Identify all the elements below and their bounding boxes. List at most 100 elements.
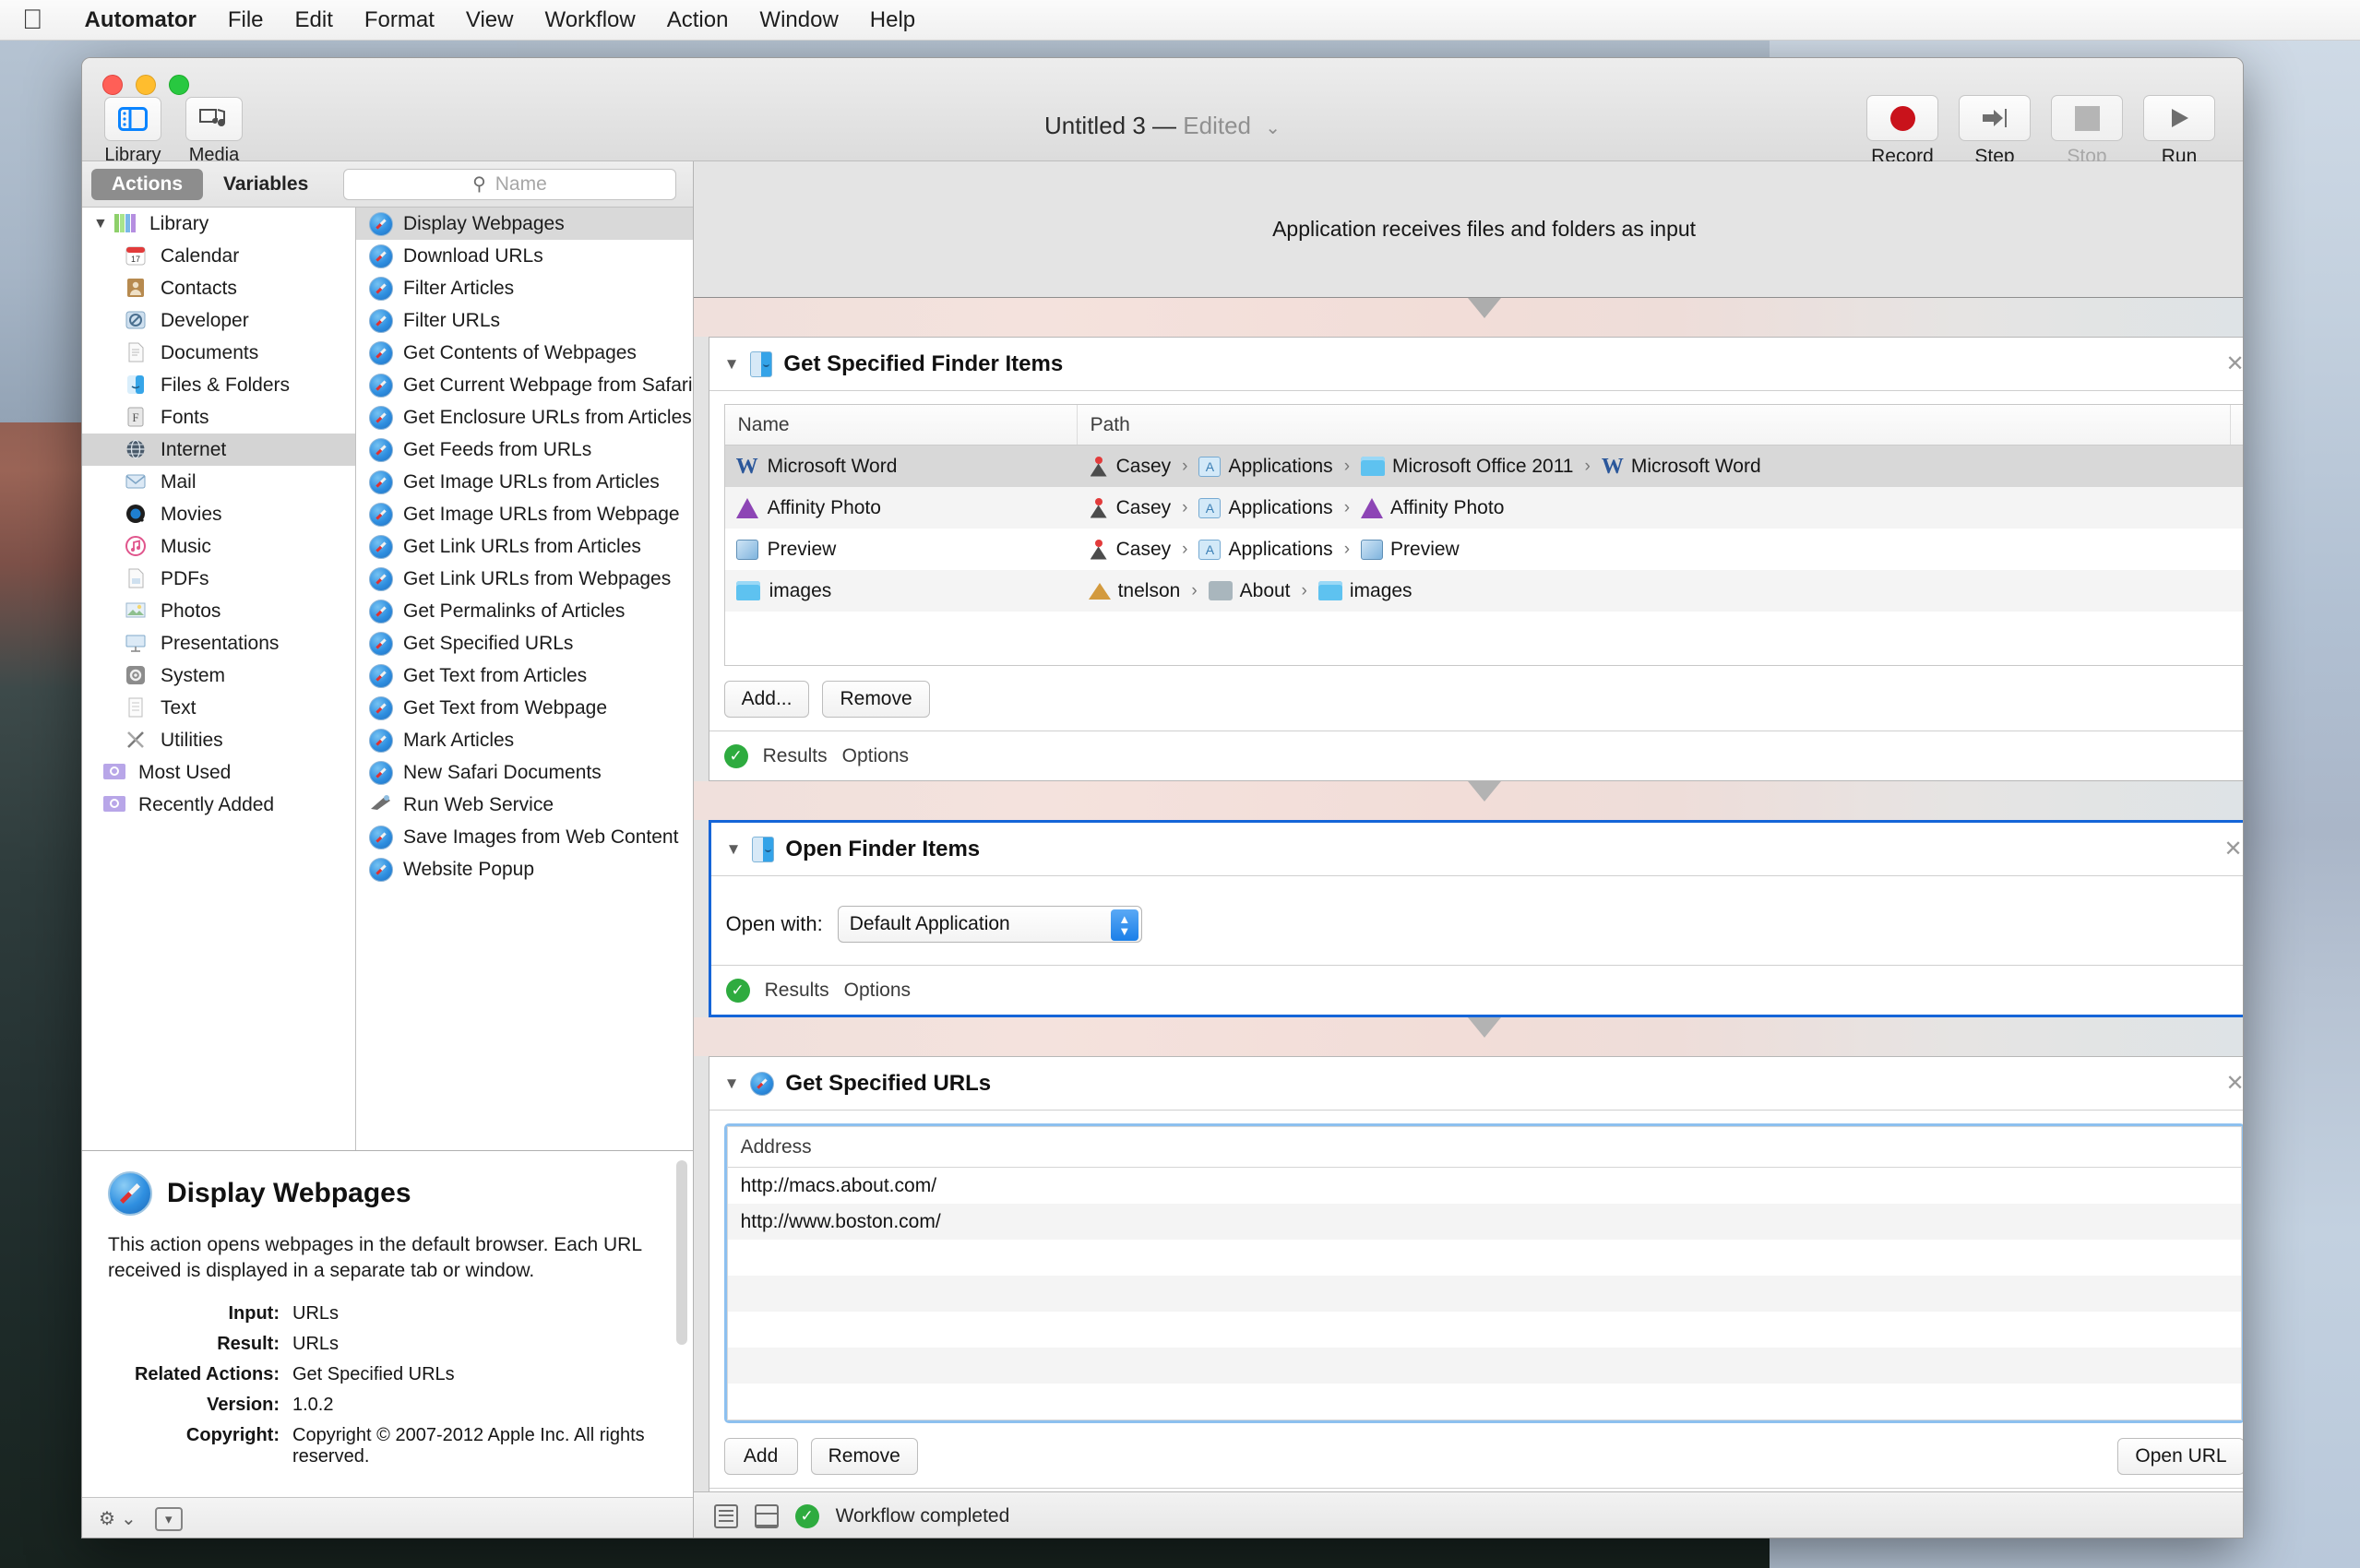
tab-actions[interactable]: Actions bbox=[91, 168, 204, 200]
workflow-action-open-finder-items[interactable]: ▼ Open Finder Items ✕ Open with: Default… bbox=[708, 820, 2243, 1017]
close-icon[interactable]: ✕ bbox=[2223, 836, 2242, 862]
disclosure-triangle-icon[interactable]: ▼ bbox=[724, 355, 740, 374]
menu-item-format[interactable]: Format bbox=[349, 7, 450, 33]
minimize-window-button[interactable] bbox=[136, 75, 156, 95]
results-toggle[interactable]: Results bbox=[765, 980, 829, 1002]
apple-menu-icon[interactable]:  bbox=[22, 6, 43, 34]
url-row[interactable]: http://www.boston.com/ bbox=[727, 1204, 2241, 1240]
disclosure-triangle-icon[interactable]: ▼ bbox=[726, 840, 742, 859]
workflow-action-get-specified-urls[interactable]: ▼ Get Specified URLs ✕ Address http://ma… bbox=[708, 1056, 2243, 1491]
tree-item-presentations[interactable]: Presentations bbox=[82, 627, 355, 659]
open-with-select[interactable]: Default Application ▲ ▼ bbox=[837, 906, 1142, 943]
results-toggle[interactable]: Results bbox=[763, 745, 828, 767]
action-item-get-text-from-articles[interactable]: Get Text from Articles bbox=[356, 659, 693, 692]
action-item-mark-articles[interactable]: Mark Articles bbox=[356, 724, 693, 756]
action-item-download-urls[interactable]: Download URLs bbox=[356, 240, 693, 272]
record-button[interactable]: Record bbox=[1863, 95, 1942, 168]
menu-item-edit[interactable]: Edit bbox=[280, 7, 349, 33]
close-icon[interactable]: ✕ bbox=[2225, 1070, 2243, 1097]
tree-item-music[interactable]: Music bbox=[82, 530, 355, 563]
tree-item-fonts[interactable]: F Fonts bbox=[82, 401, 355, 434]
table-row[interactable]: Affinity Photo Casey › A Applications › A… bbox=[724, 487, 2243, 529]
menu-item-window[interactable]: Window bbox=[744, 7, 853, 33]
action-item-get-contents-of-webpages[interactable]: Get Contents of Webpages bbox=[356, 337, 693, 369]
split-view-icon[interactable] bbox=[754, 1503, 779, 1528]
disclosure-down-icon[interactable]: ▾ bbox=[154, 1506, 183, 1531]
run-button[interactable]: Run bbox=[2139, 95, 2219, 168]
workflow-action-get-specified-finder-items[interactable]: ▼ Get Specified Finder Items ✕ Name Path bbox=[708, 337, 2243, 781]
tree-item-developer[interactable]: Developer bbox=[82, 304, 355, 337]
library-toolbar-button[interactable]: Library bbox=[99, 97, 167, 166]
title-chevron-down-icon[interactable]: ⌄ bbox=[1265, 118, 1281, 138]
action-item-get-image-urls-from-webpage[interactable]: Get Image URLs from Webpage bbox=[356, 498, 693, 530]
tree-item-calendar[interactable]: 17 Calendar bbox=[82, 240, 355, 272]
action-item-display-webpages[interactable]: Display Webpages bbox=[356, 208, 693, 240]
close-icon[interactable]: ✕ bbox=[2225, 350, 2243, 377]
tree-item-system[interactable]: System bbox=[82, 659, 355, 692]
action-item-get-permalinks-of-articles[interactable]: Get Permalinks of Articles bbox=[356, 595, 693, 627]
action-item-save-images-from-web-content[interactable]: Save Images from Web Content bbox=[356, 821, 693, 853]
url-row[interactable]: http://macs.about.com/ bbox=[728, 1168, 2241, 1204]
close-window-button[interactable] bbox=[102, 75, 123, 95]
action-item-run-web-service[interactable]: Run Web Service bbox=[356, 789, 693, 821]
action-item-get-specified-urls[interactable]: Get Specified URLs bbox=[356, 627, 693, 659]
column-header-address[interactable]: Address bbox=[727, 1127, 2241, 1168]
tree-item-documents[interactable]: Documents bbox=[82, 337, 355, 369]
tree-item-recently-added[interactable]: Recently Added bbox=[82, 789, 355, 821]
open-url-button[interactable]: Open URL bbox=[2117, 1438, 2243, 1475]
action-item-get-image-urls-from-articles[interactable]: Get Image URLs from Articles bbox=[356, 466, 693, 498]
tree-item-internet[interactable]: Internet bbox=[82, 434, 355, 466]
action-item-website-popup[interactable]: Website Popup bbox=[356, 853, 693, 885]
url-row-empty[interactable] bbox=[727, 1276, 2241, 1312]
step-button[interactable]: Step bbox=[1955, 95, 2034, 168]
url-row-empty[interactable] bbox=[727, 1348, 2241, 1384]
tree-item-most-used[interactable]: Most Used bbox=[82, 756, 355, 789]
menu-item-help[interactable]: Help bbox=[854, 7, 931, 33]
add-button[interactable]: Add... bbox=[723, 681, 810, 718]
url-row-empty[interactable] bbox=[728, 1384, 2241, 1420]
tree-item-contacts[interactable]: Contacts bbox=[82, 272, 355, 304]
action-item-get-text-from-webpage[interactable]: Get Text from Webpage bbox=[356, 692, 693, 724]
table-row[interactable]: images tnelson › About › images bbox=[724, 570, 2243, 612]
action-item-get-enclosure-urls-from-articles[interactable]: Get Enclosure URLs from Articles bbox=[356, 401, 693, 434]
disclosure-triangle-icon[interactable]: ▼ bbox=[724, 1075, 740, 1093]
column-header-path[interactable]: Path bbox=[1078, 405, 2231, 445]
menu-item-action[interactable]: Action bbox=[651, 7, 745, 33]
table-row[interactable]: W Microsoft Word Casey › A Applications ›… bbox=[724, 445, 2243, 487]
table-row[interactable]: Preview Casey › A Applications › Preview bbox=[725, 529, 2243, 570]
media-toolbar-button[interactable]: Media bbox=[180, 97, 248, 166]
tree-item-photos[interactable]: Photos bbox=[82, 595, 355, 627]
action-item-filter-urls[interactable]: Filter URLs bbox=[356, 304, 693, 337]
menu-item-view[interactable]: View bbox=[450, 7, 530, 33]
description-scrollbar[interactable] bbox=[675, 1160, 687, 1345]
gear-menu-button[interactable]: ⚙ ⌄ bbox=[99, 1507, 137, 1530]
stop-button[interactable]: Stop bbox=[2047, 95, 2127, 168]
remove-button[interactable]: Remove bbox=[810, 1438, 918, 1475]
add-button[interactable]: Add bbox=[723, 1438, 798, 1475]
action-item-get-link-urls-from-webpages[interactable]: Get Link URLs from Webpages bbox=[356, 563, 693, 595]
zoom-window-button[interactable] bbox=[169, 75, 189, 95]
action-item-get-feeds-from-urls[interactable]: Get Feeds from URLs bbox=[356, 434, 693, 466]
action-item-new-safari-documents[interactable]: New Safari Documents bbox=[356, 756, 693, 789]
action-item-get-current-webpage-from-safari[interactable]: Get Current Webpage from Safari bbox=[356, 369, 693, 401]
url-row-empty[interactable] bbox=[728, 1312, 2241, 1348]
tree-item-utilities[interactable]: Utilities bbox=[82, 724, 355, 756]
options-toggle[interactable]: Options bbox=[842, 745, 909, 767]
options-toggle[interactable]: Options bbox=[844, 980, 911, 1002]
tree-item-mail[interactable]: Mail bbox=[82, 466, 355, 498]
tree-item-files-folders[interactable]: Files & Folders bbox=[82, 369, 355, 401]
remove-button[interactable]: Remove bbox=[822, 681, 930, 718]
tab-variables[interactable]: Variables bbox=[203, 169, 328, 200]
search-input[interactable]: ⚲ Name bbox=[343, 168, 676, 200]
tree-item-pdfs[interactable]: PDFs bbox=[82, 563, 355, 595]
action-item-filter-articles[interactable]: Filter Articles bbox=[356, 272, 693, 304]
tree-item-text[interactable]: Text bbox=[82, 692, 355, 724]
chevron-down-icon[interactable]: ▼ bbox=[93, 216, 113, 232]
list-view-icon[interactable] bbox=[713, 1503, 738, 1528]
column-header-name[interactable]: Name bbox=[725, 405, 1078, 445]
url-row-empty[interactable] bbox=[728, 1240, 2241, 1276]
action-item-get-link-urls-from-articles[interactable]: Get Link URLs from Articles bbox=[356, 530, 693, 563]
menu-item-file[interactable]: File bbox=[212, 7, 280, 33]
menu-item-workflow[interactable]: Workflow bbox=[529, 7, 650, 33]
tree-item-movies[interactable]: Movies bbox=[82, 498, 355, 530]
